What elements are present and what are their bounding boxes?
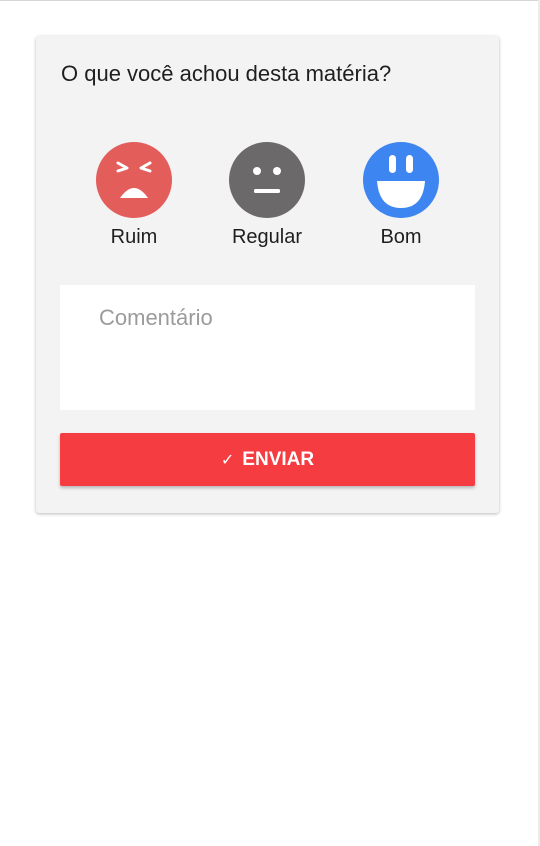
send-button-label: ENVIAR bbox=[242, 448, 315, 470]
rating-options: Ruim Regular Bom bbox=[36, 142, 499, 252]
rating-bad-button[interactable]: Ruim bbox=[84, 142, 184, 249]
happy-face-icon bbox=[363, 142, 439, 218]
rating-regular-label: Regular bbox=[231, 226, 303, 248]
rating-regular-button[interactable]: Regular bbox=[217, 142, 317, 249]
send-button[interactable]: ✓ ENVIAR bbox=[60, 433, 475, 486]
rating-bad-label: Ruim bbox=[110, 226, 158, 248]
rating-good-label: Bom bbox=[380, 226, 422, 248]
feedback-question: O que você achou desta matéria? bbox=[61, 61, 392, 86]
comment-field[interactable] bbox=[60, 285, 475, 410]
rating-good-button[interactable]: Bom bbox=[351, 142, 451, 249]
check-icon: ✓ bbox=[220, 451, 235, 469]
feedback-card: O que você achou desta matéria? Ruim Reg… bbox=[36, 36, 499, 513]
neutral-face-icon bbox=[229, 142, 305, 218]
top-divider bbox=[0, 0, 540, 1]
angry-face-icon bbox=[96, 142, 172, 218]
